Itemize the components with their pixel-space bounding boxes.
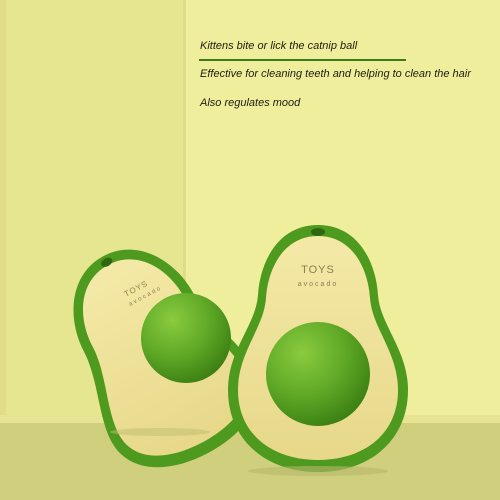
caption-cleaning: Effective for cleaning teeth and helping… (200, 68, 471, 80)
brand-toys-right: TOYS (301, 264, 335, 276)
caption-mood: Also regulates mood (200, 97, 301, 109)
catnip-ball-right (266, 322, 370, 426)
product-scene: TOYS avocado TOYS avocado Kittens bite o… (0, 0, 500, 500)
wall-edge (0, 0, 6, 420)
caption-underline (199, 59, 406, 61)
caption-catnip: Kittens bite or lick the catnip ball (200, 40, 358, 52)
catnip-ball-left (141, 293, 231, 383)
shadow-right (248, 466, 388, 476)
shadow-left (110, 428, 210, 436)
brand-avocado-right: avocado (298, 281, 338, 288)
